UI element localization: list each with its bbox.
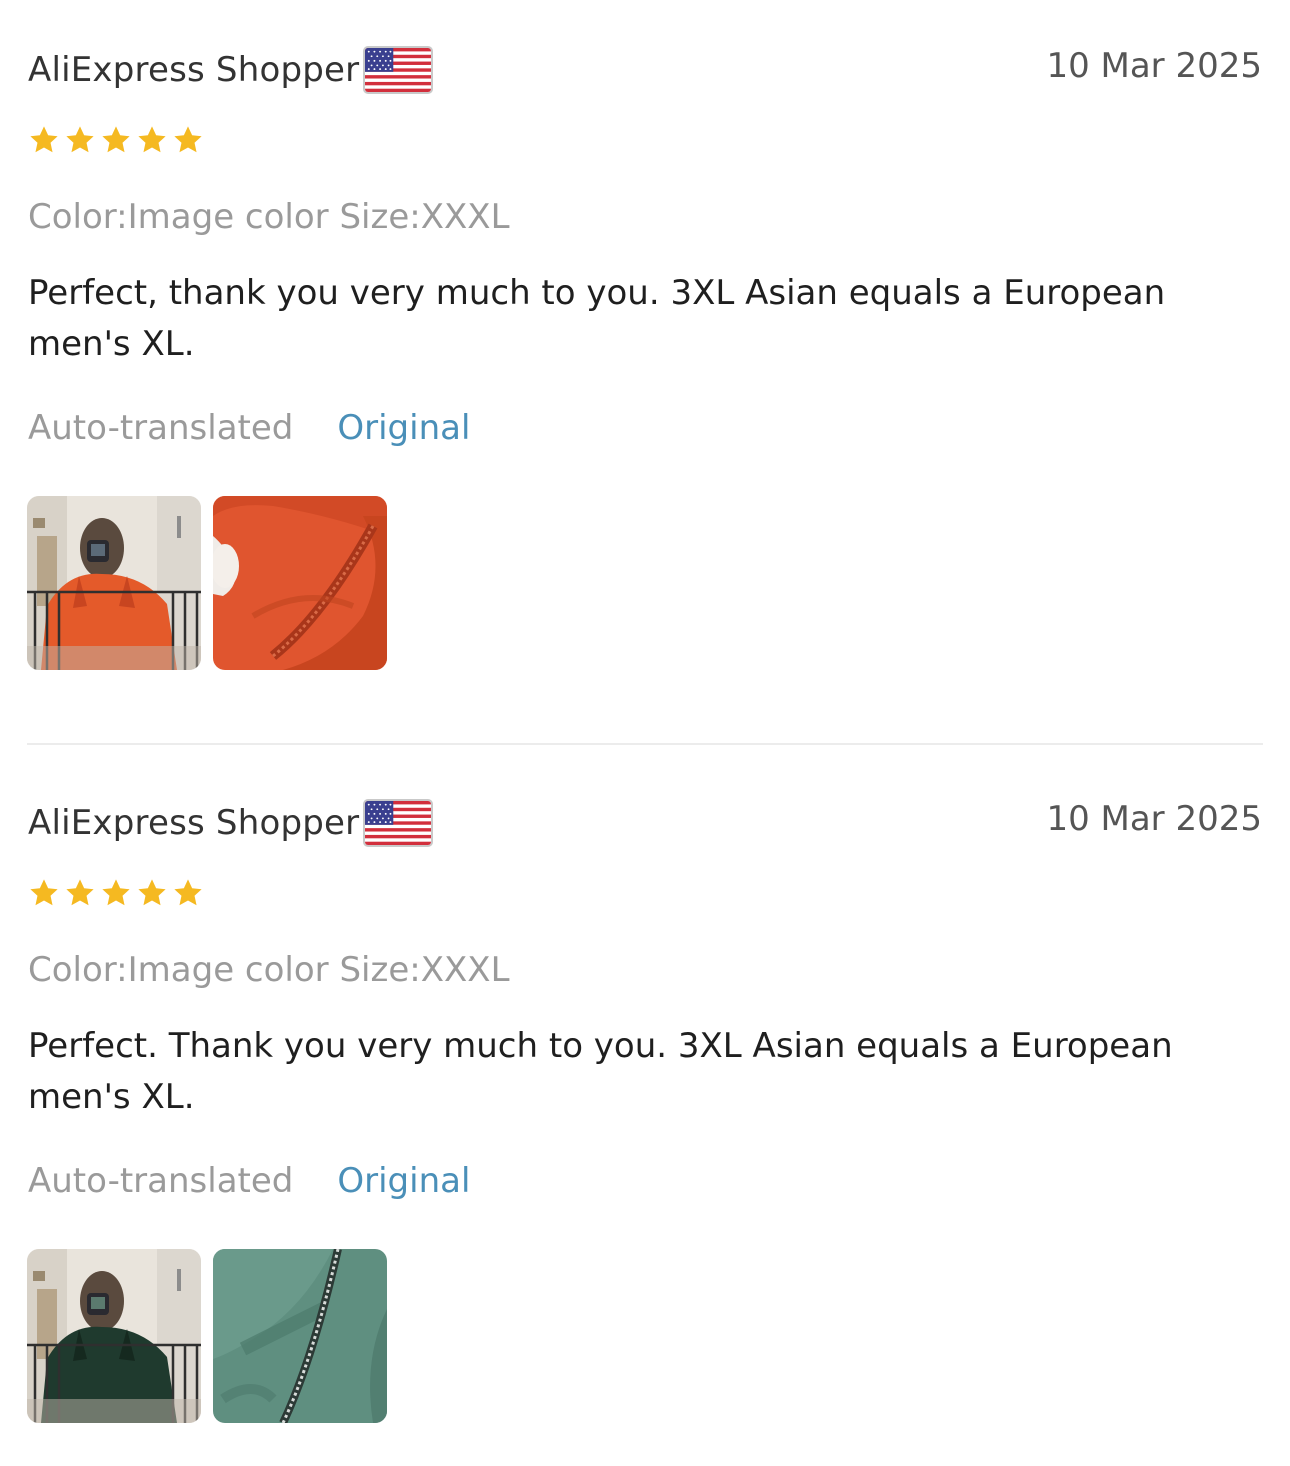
original-link[interactable]: Original [337, 408, 470, 448]
star-icon [172, 124, 204, 156]
review-photo-thumbnail[interactable] [27, 496, 201, 670]
star-rating [28, 124, 204, 164]
review-photos [27, 496, 387, 670]
review-header: AliExpress Shopper 10 Mar 2025 [28, 799, 1262, 849]
original-link[interactable]: Original [337, 1161, 470, 1201]
review-header: AliExpress Shopper 10 Mar 2025 [28, 46, 1262, 96]
star-icon [64, 877, 96, 909]
review-date: 10 Mar 2025 [1046, 46, 1262, 86]
star-icon [100, 124, 132, 156]
auto-translated-label: Auto-translated [28, 408, 294, 448]
reviewer-name: AliExpress Shopper [28, 50, 360, 90]
star-icon [100, 877, 132, 909]
reviewer-name: AliExpress Shopper [28, 803, 360, 843]
review-text: Perfect. Thank you very much to you. 3XL… [28, 1026, 1173, 1117]
review-divider [27, 743, 1263, 745]
star-rating [28, 877, 204, 917]
review-date: 10 Mar 2025 [1046, 799, 1262, 839]
auto-translated-label: Auto-translated [28, 1161, 294, 1201]
sku-info: Color:Image color Size:XXXL [28, 950, 510, 990]
star-icon [136, 124, 168, 156]
star-icon [64, 124, 96, 156]
star-icon [172, 877, 204, 909]
sku-info: Color:Image color Size:XXXL [28, 197, 510, 237]
star-icon [28, 877, 60, 909]
star-icon [28, 124, 60, 156]
review-photo-thumbnail[interactable] [213, 1249, 387, 1423]
review-text: Perfect, thank you very much to you. 3XL… [28, 273, 1166, 364]
review-photo-thumbnail[interactable] [213, 496, 387, 670]
translation-row: Auto-translated Original [28, 408, 470, 448]
review-photo-thumbnail[interactable] [27, 1249, 201, 1423]
star-icon [136, 877, 168, 909]
us-flag-icon [363, 799, 433, 847]
us-flag-icon [363, 46, 433, 94]
translation-row: Auto-translated Original [28, 1161, 470, 1201]
review-photos [27, 1249, 387, 1423]
